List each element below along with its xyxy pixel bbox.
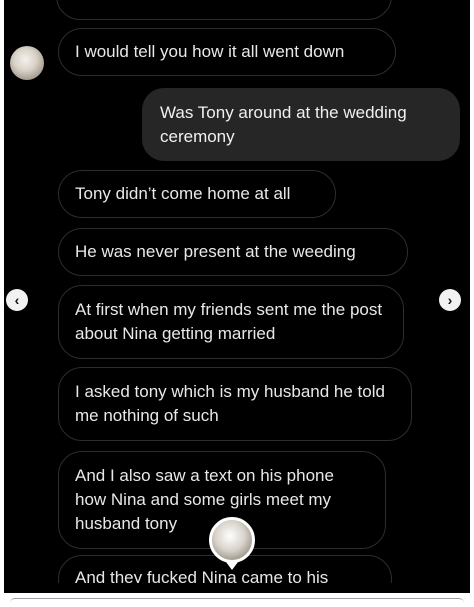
message-text: Was Tony around at the wedding ceremony bbox=[160, 102, 407, 146]
pin-pointer bbox=[226, 562, 238, 570]
message-text: Tony didn’t come home at all bbox=[75, 184, 291, 203]
profile-pin-avatar[interactable] bbox=[209, 517, 255, 563]
message-bubble-incoming: Tony didn’t come home at all bbox=[58, 170, 336, 218]
message-text: He was never present at the weeding bbox=[75, 242, 356, 261]
previous-arrow-glyph: ‹ bbox=[14, 292, 20, 308]
message-text: I would tell you how it all went down bbox=[75, 42, 345, 61]
sender-avatar[interactable] bbox=[10, 46, 44, 80]
next-arrow-icon[interactable]: › bbox=[439, 289, 461, 311]
message-bubble-partial bbox=[56, 0, 392, 20]
message-text: At first when my friends sent me the pos… bbox=[75, 300, 383, 343]
message-bubble-incoming: He was never present at the weeding bbox=[58, 228, 408, 276]
message-bubble-incoming: I would tell you how it all went down bbox=[58, 28, 396, 76]
message-text: I asked tony which is my husband he told… bbox=[75, 382, 385, 425]
message-text: And they fucked Nina came to his bbox=[75, 568, 329, 583]
message-bubble-incoming: At first when my friends sent me the pos… bbox=[58, 285, 404, 359]
next-arrow-glyph: › bbox=[447, 292, 453, 308]
message-bubble-incoming: I asked tony which is my husband he told… bbox=[58, 367, 412, 441]
message-bubble-outgoing: Was Tony around at the wedding ceremony bbox=[142, 88, 460, 161]
input-bar-edge bbox=[10, 598, 464, 603]
previous-arrow-icon[interactable]: ‹ bbox=[6, 289, 28, 311]
chat-screen: I would tell you how it all went down Wa… bbox=[4, 0, 470, 593]
